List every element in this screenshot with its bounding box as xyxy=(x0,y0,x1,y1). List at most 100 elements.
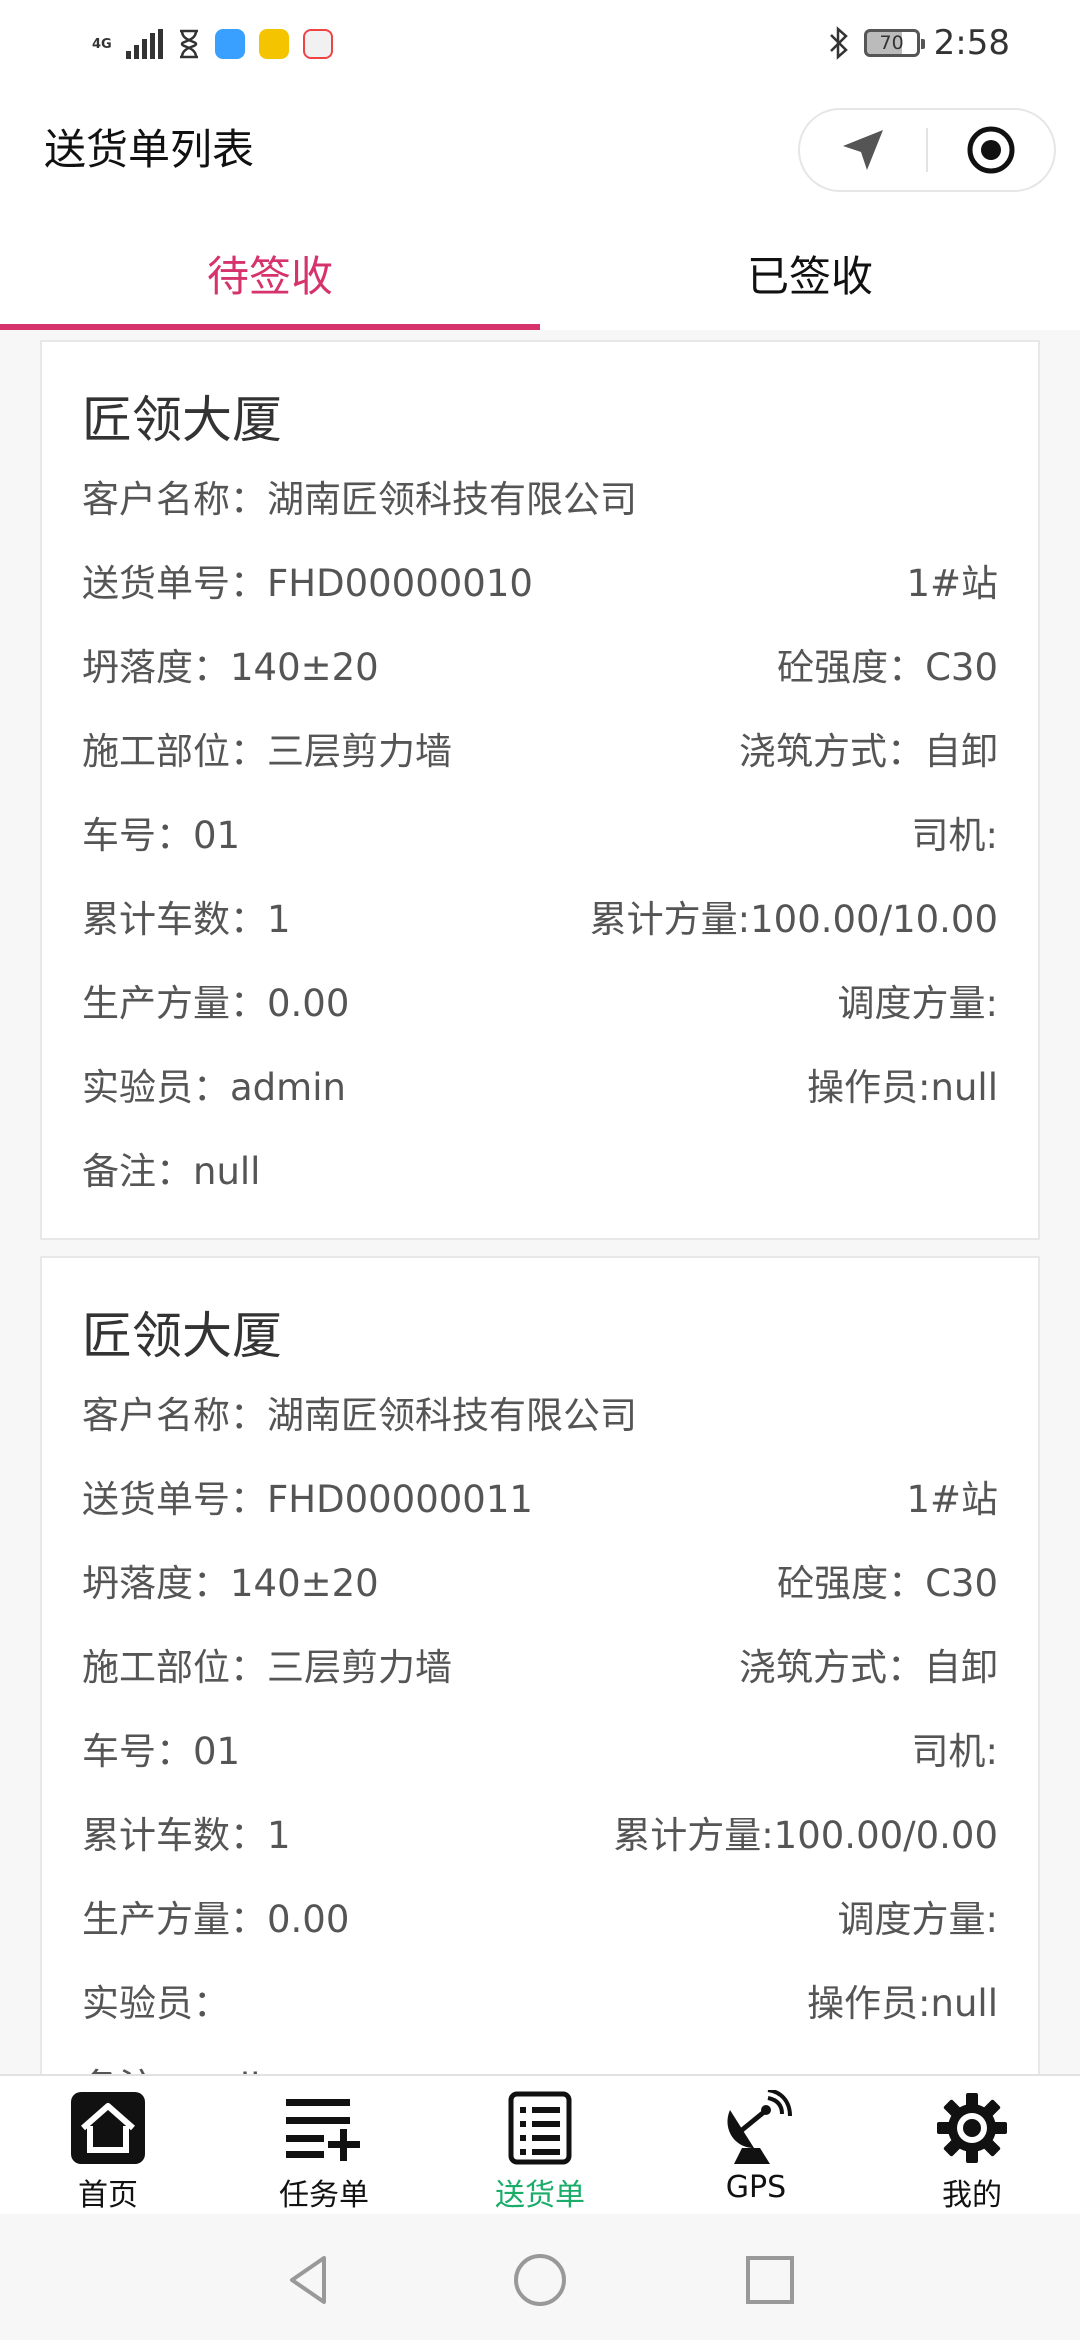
signal-icon xyxy=(125,29,163,59)
customer-name: 客户名称：湖南匠领科技有限公司 xyxy=(82,478,637,521)
tab-pending-sign[interactable]: 待签收 xyxy=(0,216,540,330)
total-trips: 累计车数：1 xyxy=(82,898,291,941)
target-circle-icon xyxy=(967,126,1015,174)
card-row: 实验员： 操作员:null xyxy=(82,1970,998,2030)
card-row: 送货单号：FHD00000011 1#站 xyxy=(82,1466,998,1526)
nav-label: GPS xyxy=(725,2170,787,2205)
back-icon[interactable] xyxy=(280,2250,340,2310)
card-row: 生产方量：0.00 调度方量: xyxy=(82,970,998,1030)
driver: 司机: xyxy=(911,814,998,857)
card-row: 车号：01 司机: xyxy=(82,802,998,862)
app-notification-icon xyxy=(302,29,333,59)
tester: 实验员： xyxy=(82,1982,230,2025)
production-volume: 生产方量：0.00 xyxy=(82,982,350,1025)
driver: 司机: xyxy=(911,1730,998,1773)
card-row: 累计车数：1 累计方量:100.00/0.00 xyxy=(82,1802,998,1862)
nav-label: 任务单 xyxy=(279,2178,369,2213)
system-nav-bar xyxy=(0,2214,1080,2340)
nav-gps[interactable]: GPS xyxy=(648,2076,864,2214)
close-target-button[interactable] xyxy=(928,110,1054,190)
card-row: 施工部位：三层剪力墙 浇筑方式：自卸 xyxy=(82,1634,998,1694)
status-right: 70 2:58 xyxy=(828,20,1010,66)
total-volume: 累计方量:100.00/10.00 xyxy=(589,898,998,941)
bluetooth-icon xyxy=(829,26,848,60)
operator: 操作员:null xyxy=(807,1066,998,1109)
card-row: 坍落度：140±20 砼强度：C30 xyxy=(82,634,998,694)
mini-program-capsule xyxy=(798,108,1056,192)
app-notification-icon xyxy=(214,29,245,59)
remark: 备注：null xyxy=(82,2057,260,2074)
battery-icon: 70 xyxy=(863,29,925,57)
clock: 2:58 xyxy=(933,23,1010,63)
truck-number: 车号：01 xyxy=(82,1730,241,1773)
construction-position: 施工部位：三层剪力墙 xyxy=(82,1646,452,1689)
delivery-order-no: 送货单号：FHD00000010 xyxy=(82,562,533,605)
delivery-card[interactable]: 匠领大厦 客户名称：湖南匠领科技有限公司 送货单号：FHD00000011 1#… xyxy=(40,1256,1040,2074)
delivery-list[interactable]: 匠领大厦 客户名称：湖南匠领科技有限公司 送货单号：FHD00000010 1#… xyxy=(0,340,1080,2074)
card-row: 累计车数：1 累计方量:100.00/10.00 xyxy=(82,886,998,946)
tab-signed[interactable]: 已签收 xyxy=(540,216,1080,330)
operator: 操作员:null xyxy=(807,1982,998,2025)
dispatch-volume: 调度方量: xyxy=(837,982,998,1025)
truck-number: 车号：01 xyxy=(82,814,241,857)
card-row: 实验员：admin 操作员:null xyxy=(82,1054,998,1114)
slump: 坍落度：140±20 xyxy=(82,1562,379,1605)
card-row: 备注：null xyxy=(82,2054,998,2074)
network-indicator: 4G xyxy=(92,37,112,52)
app-notification-icon xyxy=(258,29,289,59)
card-row: 备注：null xyxy=(82,1138,998,1198)
location-arrow-icon xyxy=(843,130,883,170)
delivery-list-icon xyxy=(500,2090,580,2166)
nav-task-order[interactable]: 任务单 xyxy=(216,2076,432,2214)
nav-mine[interactable]: 我的 xyxy=(864,2076,1080,2214)
concrete-strength: 砼强度：C30 xyxy=(777,1562,998,1605)
nav-label: 首页 xyxy=(78,2178,138,2213)
home-icon xyxy=(68,2090,148,2166)
nav-label: 我的 xyxy=(942,2178,1002,2213)
station: 1#站 xyxy=(906,562,998,605)
project-name: 匠领大厦 xyxy=(82,391,282,449)
nav-home[interactable]: 首页 xyxy=(0,2076,216,2214)
gear-icon xyxy=(932,2090,1012,2166)
bottom-nav: 首页 任务单 送货单 GPS 我的 xyxy=(0,2074,1080,2214)
location-button[interactable] xyxy=(800,110,926,190)
slump: 坍落度：140±20 xyxy=(82,646,379,689)
nav-delivery-order[interactable]: 送货单 xyxy=(432,2076,648,2214)
dispatch-volume: 调度方量: xyxy=(837,1898,998,1941)
card-row: 施工部位：三层剪力墙 浇筑方式：自卸 xyxy=(82,718,998,778)
recents-square-icon[interactable] xyxy=(740,2250,800,2310)
card-row: 坍落度：140±20 砼强度：C30 xyxy=(82,1550,998,1610)
total-volume: 累计方量:100.00/0.00 xyxy=(613,1814,998,1857)
status-bar: 4G 70 2:58 xyxy=(0,0,1080,86)
customer-name: 客户名称：湖南匠领科技有限公司 xyxy=(82,1394,637,1437)
page-title: 送货单列表 xyxy=(44,125,255,174)
pour-method: 浇筑方式：自卸 xyxy=(739,730,998,773)
project-name: 匠领大厦 xyxy=(82,1307,282,1365)
delivery-order-no: 送货单号：FHD00000011 xyxy=(82,1478,533,1521)
concrete-strength: 砼强度：C30 xyxy=(777,646,998,689)
card-row: 客户名称：湖南匠领科技有限公司 xyxy=(82,1382,998,1442)
construction-position: 施工部位：三层剪力墙 xyxy=(82,730,452,773)
satellite-dish-icon xyxy=(716,2090,796,2166)
card-row: 生产方量：0.00 调度方量: xyxy=(82,1886,998,1946)
card-row: 车号：01 司机: xyxy=(82,1718,998,1778)
tab-bar: 待签收 已签收 xyxy=(0,216,1080,330)
production-volume: 生产方量：0.00 xyxy=(82,1898,350,1941)
task-list-add-icon xyxy=(284,2090,364,2166)
station: 1#站 xyxy=(906,1478,998,1521)
status-left: 4G xyxy=(92,22,333,66)
battery-level: 70 xyxy=(879,32,904,54)
pour-method: 浇筑方式：自卸 xyxy=(739,1646,998,1689)
delivery-card[interactable]: 匠领大厦 客户名称：湖南匠领科技有限公司 送货单号：FHD00000010 1#… xyxy=(40,340,1040,1240)
total-trips: 累计车数：1 xyxy=(82,1814,291,1857)
card-row: 送货单号：FHD00000010 1#站 xyxy=(82,550,998,610)
nav-label: 送货单 xyxy=(495,2178,585,2213)
card-row: 客户名称：湖南匠领科技有限公司 xyxy=(82,466,998,526)
header: 送货单列表 xyxy=(0,86,1080,216)
remark: 备注：null xyxy=(82,1150,261,1193)
hourglass-icon xyxy=(179,29,198,59)
home-circle-icon[interactable] xyxy=(510,2250,570,2310)
network-type: 4G xyxy=(92,36,112,52)
tester: 实验员：admin xyxy=(82,1066,346,1109)
screen: 4G 70 2:58 送货单列表 待签收 已签收 匠领大厦 客户名称：湖南匠领科… xyxy=(0,0,1080,2340)
